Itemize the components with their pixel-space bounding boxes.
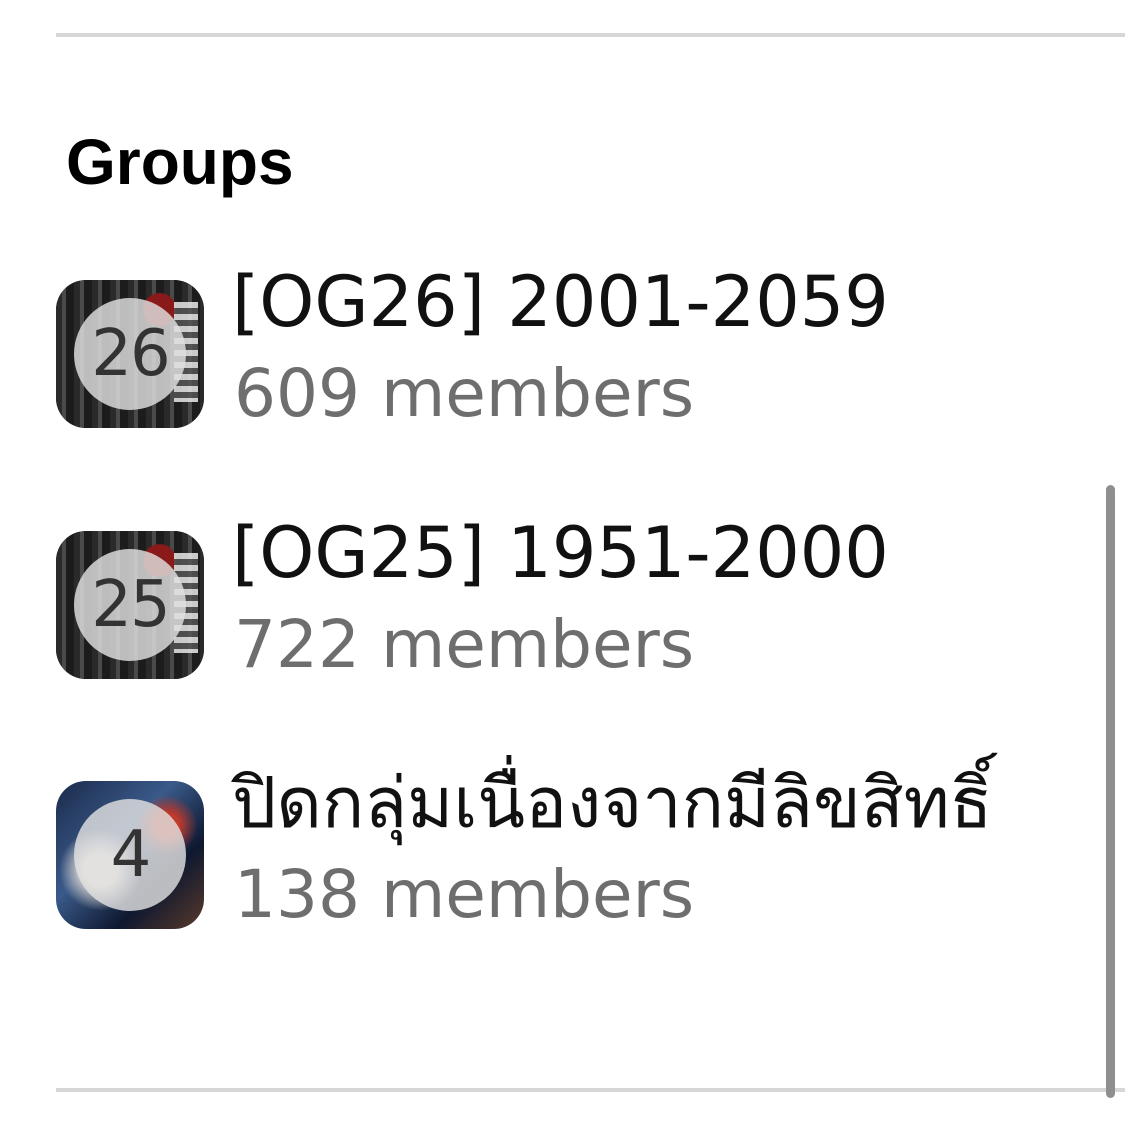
group-avatar: 4: [56, 781, 204, 929]
group-item[interactable]: 4 ปิดกลุ่มเนื่องจากมีลิขสิทธิ์ 138 membe…: [56, 763, 1086, 943]
group-member-count: 722 members: [234, 606, 695, 683]
group-name: ปิดกลุ่มเนื่องจากมีลิขสิทธิ์: [232, 762, 993, 844]
group-avatar: 25: [56, 531, 204, 679]
group-member-count: 138 members: [234, 856, 695, 933]
group-count-badge: 25: [74, 549, 186, 661]
group-count-badge: 26: [74, 298, 186, 410]
group-item[interactable]: 26 [OG26] 2001-2059 609 members: [56, 262, 1086, 442]
group-item[interactable]: 25 [OG25] 1951-2000 722 members: [56, 513, 1086, 693]
top-divider: [56, 33, 1125, 37]
group-name: [OG26] 2001-2059: [232, 261, 889, 343]
group-member-count: 609 members: [234, 355, 695, 432]
group-avatar: 26: [56, 280, 204, 428]
section-title: Groups: [66, 126, 294, 198]
bottom-divider: [56, 1088, 1125, 1092]
groups-panel: Groups 26 [OG26] 2001-2059 609 members 2…: [0, 0, 1125, 1125]
scrollbar[interactable]: [1106, 485, 1115, 1098]
group-name: [OG25] 1951-2000: [232, 512, 889, 594]
group-count-badge: 4: [74, 799, 186, 911]
